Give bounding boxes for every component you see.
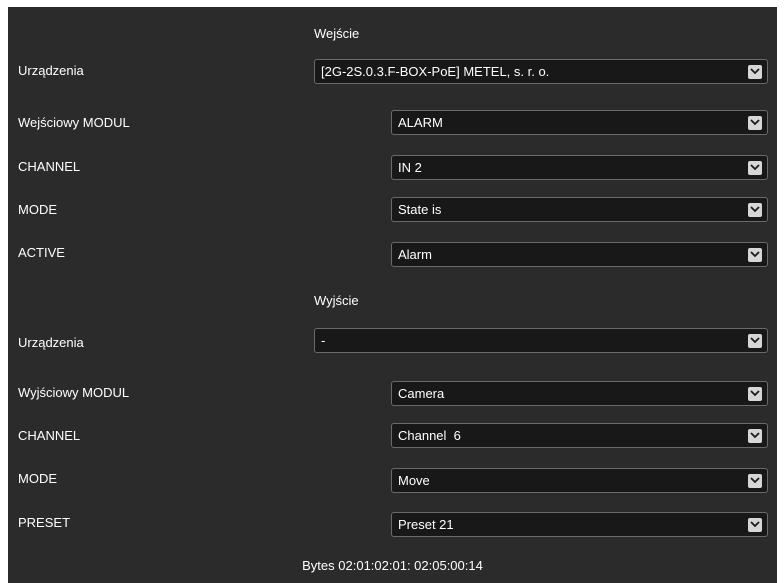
output-device-value: - — [321, 333, 326, 348]
input-channel-select[interactable]: IN 2 — [391, 155, 768, 180]
output-module-label: Wyjściowy MODUL — [18, 385, 130, 400]
input-device-value: [2G-2S.0.3.F-BOX-PoE] METEL, s. r. o. — [321, 64, 550, 79]
chevron-down-icon — [748, 428, 762, 443]
config-panel: Wejście Urządzenia [2G-2S.0.3.F-BOX-PoE]… — [8, 7, 777, 583]
input-mode-value: State is — [398, 202, 442, 217]
chevron-down-icon — [748, 517, 762, 532]
input-mode-select[interactable]: State is — [391, 197, 768, 222]
output-preset-label: PRESET — [18, 515, 71, 530]
output-mode-value: Move — [398, 473, 430, 488]
bytes-readout: Bytes 02:01:02:01: 02:05:00:14 — [302, 558, 483, 573]
input-channel-value: IN 2 — [398, 160, 422, 175]
output-module-select[interactable]: Camera — [391, 381, 768, 406]
chevron-down-icon — [748, 64, 762, 79]
input-module-select[interactable]: ALARM — [391, 110, 768, 135]
input-section-title: Wejście — [314, 26, 360, 41]
input-active-select[interactable]: Alarm — [391, 242, 768, 267]
output-mode-select[interactable]: Move — [391, 468, 768, 493]
chevron-down-icon — [748, 202, 762, 217]
input-module-value: ALARM — [398, 115, 443, 130]
input-device-label: Urządzenia — [18, 63, 84, 78]
chevron-down-icon — [748, 247, 762, 262]
output-section-title: Wyjście — [314, 293, 359, 308]
chevron-down-icon — [748, 386, 762, 401]
input-active-label: ACTIVE — [18, 245, 65, 260]
output-device-select[interactable]: - — [314, 328, 768, 353]
input-mode-label: MODE — [18, 202, 57, 217]
output-preset-select[interactable]: Preset 21 — [391, 512, 768, 537]
output-preset-value: Preset 21 — [398, 517, 454, 532]
output-mode-label: MODE — [18, 471, 57, 486]
output-module-value: Camera — [398, 386, 445, 401]
chevron-down-icon — [748, 115, 762, 130]
output-device-label: Urządzenia — [18, 335, 84, 350]
input-channel-label: CHANNEL — [18, 159, 81, 174]
output-channel-value: Channel 6 — [398, 428, 461, 443]
chevron-down-icon — [748, 333, 762, 348]
output-channel-select[interactable]: Channel 6 — [391, 423, 768, 448]
input-module-label: Wejściowy MODUL — [18, 115, 130, 130]
input-device-select[interactable]: [2G-2S.0.3.F-BOX-PoE] METEL, s. r. o. — [314, 59, 768, 84]
chevron-down-icon — [748, 473, 762, 488]
input-active-value: Alarm — [398, 247, 432, 262]
chevron-down-icon — [748, 160, 762, 175]
output-channel-label: CHANNEL — [18, 428, 81, 443]
